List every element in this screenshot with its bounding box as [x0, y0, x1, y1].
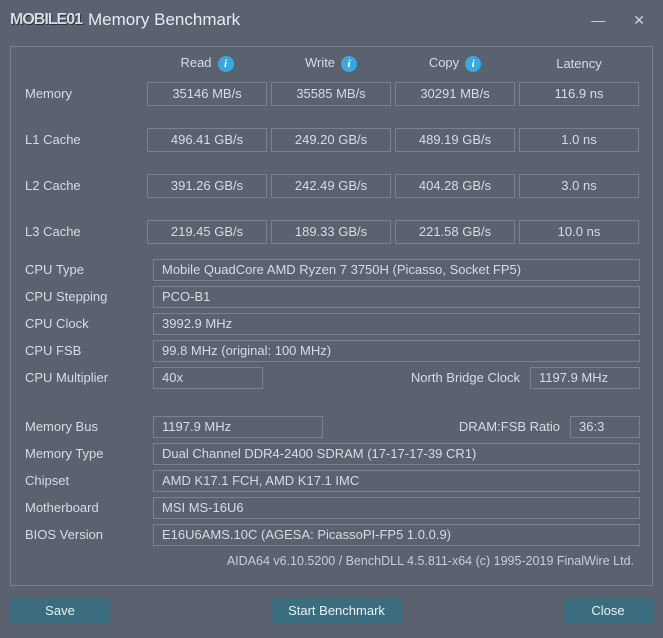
button-row: Save Start Benchmark Close — [0, 586, 663, 636]
info-icon[interactable]: i — [341, 56, 357, 72]
cpu-multiplier: 40x — [153, 367, 263, 389]
label: CPU Clock — [23, 316, 153, 331]
main-panel: Readi Writei Copyi Latency Memory 35146 … — [10, 46, 653, 586]
col-read: Readi — [147, 55, 267, 72]
chipset: AMD K17.1 FCH, AMD K17.1 IMC — [153, 470, 640, 492]
value-box[interactable]: 116.9 ns — [519, 82, 639, 106]
label: Memory Bus — [23, 419, 153, 434]
label: CPU FSB — [23, 343, 153, 358]
start-benchmark-button[interactable]: Start Benchmark — [272, 598, 402, 624]
value-box[interactable]: 404.28 GB/s — [395, 174, 515, 198]
memory-info: Memory Bus 1197.9 MHz DRAM:FSB Ratio 36:… — [23, 415, 640, 547]
value-box[interactable]: 35146 MB/s — [147, 82, 267, 106]
label: CPU Type — [23, 262, 153, 277]
window-title: Memory Benchmark — [88, 10, 240, 30]
info-icon[interactable]: i — [465, 56, 481, 72]
value-box[interactable]: 10.0 ns — [519, 220, 639, 244]
value-box[interactable]: 496.41 GB/s — [147, 128, 267, 152]
label: Memory Type — [23, 446, 153, 461]
row-label: L1 Cache — [23, 132, 143, 147]
footer-text: AIDA64 v6.10.5200 / BenchDLL 4.5.811-x64… — [23, 550, 640, 568]
label: DRAM:FSB Ratio — [323, 419, 570, 434]
value-box[interactable]: 221.58 GB/s — [395, 220, 515, 244]
col-copy: Copyi — [395, 55, 515, 72]
close-icon[interactable]: ✕ — [633, 12, 645, 29]
north-bridge-clock: 1197.9 MHz — [530, 367, 640, 389]
value-box[interactable]: 249.20 GB/s — [271, 128, 391, 152]
value-box[interactable]: 35585 MB/s — [271, 82, 391, 106]
row-label: L2 Cache — [23, 178, 143, 193]
row-label: Memory — [23, 86, 143, 101]
save-button[interactable]: Save — [10, 598, 110, 624]
info-icon[interactable]: i — [218, 56, 234, 72]
label: North Bridge Clock — [263, 370, 530, 385]
memory-bus: 1197.9 MHz — [153, 416, 323, 438]
cpu-info: CPU TypeMobile QuadCore AMD Ryzen 7 3750… — [23, 258, 640, 390]
value-box[interactable]: 1.0 ns — [519, 128, 639, 152]
col-latency: Latency — [519, 56, 639, 71]
value-box[interactable]: 219.45 GB/s — [147, 220, 267, 244]
cpu-fsb: 99.8 MHz (original: 100 MHz) — [153, 340, 640, 362]
label: Chipset — [23, 473, 153, 488]
row-l2: L2 Cache 391.26 GB/s 242.49 GB/s 404.28 … — [23, 174, 640, 198]
cpu-type: Mobile QuadCore AMD Ryzen 7 3750H (Picas… — [153, 259, 640, 281]
row-memory: Memory 35146 MB/s 35585 MB/s 30291 MB/s … — [23, 82, 640, 106]
label: CPU Multiplier — [23, 370, 153, 385]
titlebar: MOBILE01 Memory Benchmark — ✕ — [0, 0, 663, 40]
value-box[interactable]: 189.33 GB/s — [271, 220, 391, 244]
minimize-icon[interactable]: — — [591, 12, 605, 29]
close-button[interactable]: Close — [563, 598, 653, 624]
value-box[interactable]: 489.19 GB/s — [395, 128, 515, 152]
row-label: L3 Cache — [23, 224, 143, 239]
col-write: Writei — [271, 55, 391, 72]
value-box[interactable]: 3.0 ns — [519, 174, 639, 198]
dram-fsb-ratio: 36:3 — [570, 416, 640, 438]
value-box[interactable]: 242.49 GB/s — [271, 174, 391, 198]
motherboard: MSI MS-16U6 — [153, 497, 640, 519]
label: CPU Stepping — [23, 289, 153, 304]
column-headers: Readi Writei Copyi Latency — [23, 55, 640, 72]
row-l3: L3 Cache 219.45 GB/s 189.33 GB/s 221.58 … — [23, 220, 640, 244]
value-box[interactable]: 30291 MB/s — [395, 82, 515, 106]
logo-watermark: MOBILE01 — [10, 11, 82, 29]
row-l1: L1 Cache 496.41 GB/s 249.20 GB/s 489.19 … — [23, 128, 640, 152]
cpu-stepping: PCO-B1 — [153, 286, 640, 308]
bios-version: E16U6AMS.10C (AGESA: PicassoPI-FP5 1.0.0… — [153, 524, 640, 546]
label: BIOS Version — [23, 527, 153, 542]
value-box[interactable]: 391.26 GB/s — [147, 174, 267, 198]
cpu-clock: 3992.9 MHz — [153, 313, 640, 335]
label: Motherboard — [23, 500, 153, 515]
memory-type: Dual Channel DDR4-2400 SDRAM (17-17-17-3… — [153, 443, 640, 465]
